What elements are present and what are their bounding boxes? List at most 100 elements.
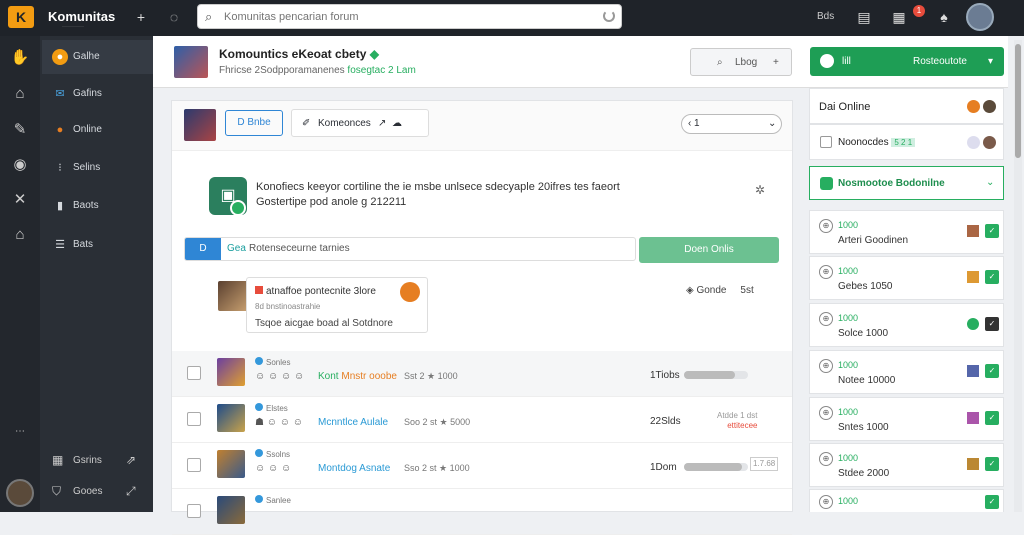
compose-field[interactable]: D Gea Rotenseceurne tarnies (184, 237, 636, 261)
sidebar-item-galhe[interactable]: ● Galhe (42, 40, 153, 74)
item-status-icon[interactable]: ✓ (985, 457, 999, 471)
bell-icon[interactable]: ♠ (935, 8, 953, 26)
post-avatar (218, 281, 248, 311)
arrow-icon: ↗ (378, 118, 387, 129)
noonocdes-panel[interactable]: Noonocdes 5 2 1 (809, 124, 1004, 160)
sidebar-item-bats[interactable]: ☰ Bats (42, 228, 153, 262)
sidebar-item-baots[interactable]: ▮ Baots (42, 189, 153, 223)
external-link-icon[interactable]: ⇗ (126, 453, 136, 467)
online-dot-icon (967, 100, 980, 113)
scrollbar-thumb[interactable] (1015, 44, 1021, 158)
house-icon[interactable]: ⌂ (10, 84, 30, 104)
search-icon: ⌕ (717, 57, 723, 68)
list-icon[interactable]: ▤ (855, 8, 873, 26)
row-thumbnail (217, 358, 245, 386)
app-logo[interactable]: K (8, 6, 34, 28)
shield-icon: ⛉ (52, 484, 62, 498)
list-item[interactable]: ⊕ 1000 Stdee 2000 ✓ (809, 443, 1004, 487)
online-panel[interactable]: Dai Online (809, 88, 1004, 124)
list-item[interactable]: ⊕ 1000 Solce 1000 ✓ (809, 303, 1004, 347)
top-link[interactable]: Bds (817, 11, 834, 22)
sidebar-item-selins[interactable]: ⁝ Selins (42, 151, 153, 185)
row-icons: ☗ ☺ ☺ ☺ (255, 417, 303, 428)
add-icon[interactable]: + (132, 8, 150, 26)
search-input[interactable] (224, 8, 594, 26)
chat-bubble-icon[interactable]: ◌ (165, 8, 183, 26)
item-status-icon[interactable]: ✓ (985, 317, 999, 331)
wrench-icon[interactable]: ✎ (10, 120, 30, 140)
list-item[interactable]: ⊕ 1000 Sntes 1000 ✓ (809, 397, 1004, 441)
grid-icon[interactable]: ▦ (890, 8, 908, 26)
item-status-icon[interactable]: ✓ (985, 364, 999, 378)
card-right-info[interactable]: ◈ Gonde 5st (686, 285, 754, 296)
table-row[interactable]: Sonles ☺ ☺ ☺ ☺ Kont Mnstr ooobe Sst 2 ★ … (172, 351, 792, 397)
item-number: 1000 (838, 453, 859, 463)
item-status-icon[interactable]: ✓ (985, 411, 999, 425)
home-icon[interactable]: ⌂ (10, 225, 30, 245)
item-icon: ⊕ (819, 406, 833, 420)
preview-post[interactable]: atnaffoe pontecnite 3lore 8d bnstinoastr… (218, 277, 428, 335)
hand-icon[interactable]: ✋ (10, 48, 30, 68)
bookmark-icon: ▮ (56, 200, 64, 212)
sidebar-user-avatar[interactable] (6, 479, 34, 507)
row-checkbox[interactable] (187, 366, 201, 380)
sidebar-footer-gooes[interactable]: ⛉ Gooes ⤢ (42, 477, 153, 507)
card-meta: Gostertipe pod anole g 212211 (256, 196, 407, 208)
brand-tagline: ··········· (62, 24, 84, 30)
target-icon[interactable]: ◉ (10, 155, 30, 175)
join-button[interactable]: lill Rosteoutote ▾ (810, 47, 1004, 76)
item-status-icon[interactable]: ✓ (985, 270, 999, 284)
row-title[interactable]: Kont Mnstr ooobe (318, 371, 397, 382)
panel-checkbox[interactable] (820, 136, 832, 148)
row-title[interactable]: Mcnntlce Aulale (318, 417, 388, 428)
toolbar-primary-button[interactable]: D Bnbe (225, 110, 283, 136)
table-row[interactable]: Ssolns ☺ ☺ ☺ Montdog Asnate Sso 2 st ★ 1… (172, 443, 792, 489)
sidebar-item-online[interactable]: ● Online (42, 113, 153, 147)
dot-icon: ● (56, 124, 64, 136)
tools-icon[interactable]: ✕ (10, 190, 30, 210)
row-icons: ☺ ☺ ☺ (255, 463, 292, 474)
sidebar-footer-gsrins[interactable]: ▦ Gsrins ⇗ (42, 446, 153, 476)
row-checkbox[interactable] (187, 412, 201, 426)
user-avatar[interactable] (966, 3, 994, 31)
item-icon: ⊕ (819, 452, 833, 466)
list-item[interactable]: ⊕ 1000 Gebes 1050 ✓ (809, 256, 1004, 300)
post-subtitle: 8d bnstinoastrahie (255, 302, 321, 311)
row-checkbox[interactable] (187, 504, 201, 518)
expand-icon[interactable]: ⤢ (126, 484, 136, 499)
list-icon: ⁝ (58, 162, 62, 174)
sidebar-item-label: Baots (73, 200, 99, 211)
search-bar[interactable]: ⌕ (197, 4, 622, 29)
more-icon[interactable]: ⋯ (10, 422, 30, 442)
list-item[interactable]: ⊕ 1000 Arteri Goodinen ✓ (809, 210, 1004, 254)
list-item[interactable]: ⊕ 1000 Notee 10000 ✓ (809, 350, 1004, 394)
item-status-icon[interactable]: ✓ (985, 224, 999, 238)
open-online-button[interactable]: Doen Onlis (639, 237, 779, 263)
sidebar-item-gafins[interactable]: ✉ Gafins (42, 77, 153, 111)
row-count: 22Slds (650, 416, 681, 427)
loading-icon (603, 10, 615, 22)
row-meta: Ssolns (255, 449, 290, 459)
mini-avatar (967, 136, 980, 149)
table-row[interactable]: Sanlee (172, 489, 792, 535)
header-search-button[interactable]: ⌕ Lbog + (690, 48, 792, 76)
toolbar-filter-button[interactable]: ✐ Komeonces ↗ ☁ (291, 109, 429, 137)
row-thumbnail (217, 496, 245, 524)
cta-right-label: Rosteoutote (913, 56, 967, 67)
table-row[interactable]: Elstes ☗ ☺ ☺ ☺ Mcnntlce Aulale Soo 2 st … (172, 397, 792, 443)
list-item[interactable]: ⊕ 1000 ✓ (809, 489, 1004, 512)
item-icon: ⊕ (819, 312, 833, 326)
row-checkbox[interactable] (187, 458, 201, 472)
item-status-icon[interactable]: ✓ (985, 495, 999, 509)
page-title: Komountics eKeoat cbety ◆ (219, 47, 379, 61)
home-circle-icon: ● (52, 49, 68, 65)
toolbar-select[interactable]: ‹ 1 ⌄ (681, 114, 782, 134)
item-icon: ⊕ (819, 359, 833, 373)
chevron-down-icon: ⌄ (768, 118, 777, 129)
sparkle-icon[interactable]: ✲ (755, 183, 765, 197)
green-panel[interactable]: Nosmootoe Bodonilne ⌄ (809, 166, 1004, 200)
row-title[interactable]: Montdog Asnate (318, 463, 390, 474)
row-thumbnail (217, 450, 245, 478)
item-name: Gebes 1050 (838, 281, 893, 292)
row-progress-fill (684, 463, 742, 471)
